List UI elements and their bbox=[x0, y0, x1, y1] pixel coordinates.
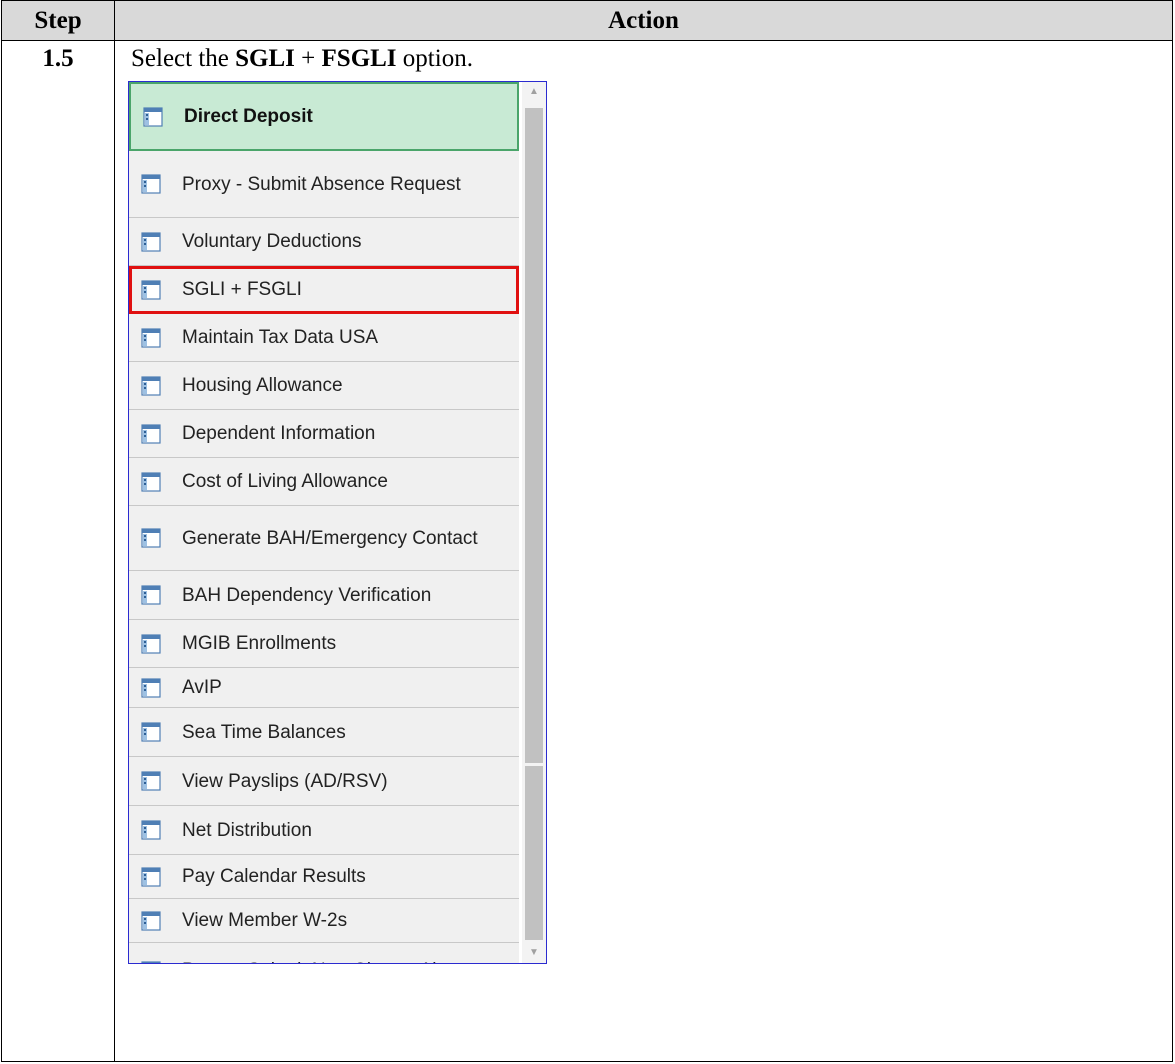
menu-item-label: Dependent Information bbox=[182, 423, 376, 444]
menu-item-label: AvIP bbox=[182, 677, 222, 698]
menu-item-label: Voluntary Deductions bbox=[182, 231, 362, 252]
menu-item[interactable]: Cost of Living Allowance bbox=[129, 458, 519, 506]
menu-item[interactable]: Voluntary Deductions bbox=[129, 218, 519, 266]
menu-item-label: Cost of Living Allowance bbox=[182, 471, 388, 492]
menu-item[interactable]: MGIB Enrollments bbox=[129, 620, 519, 668]
page-icon bbox=[141, 174, 161, 194]
scroll-up-arrow-icon[interactable]: ▲ bbox=[522, 82, 546, 102]
page-icon bbox=[141, 279, 161, 300]
instruction-plus: + bbox=[294, 45, 322, 72]
navigation-menu-screenshot: Direct Deposit Proxy - Submit Absence Req… bbox=[128, 81, 547, 964]
header-action: Action bbox=[608, 7, 679, 34]
menu-item[interactable]: View Payslips (AD/RSV) bbox=[129, 757, 519, 806]
menu-item[interactable]: SGLI + FSGLI bbox=[129, 266, 519, 314]
menu-list: Direct Deposit Proxy - Submit Absence Req… bbox=[129, 82, 519, 963]
menu-item-label: Sea Time Balances bbox=[182, 721, 346, 743]
scroll-down-arrow-icon[interactable]: ▼ bbox=[522, 943, 546, 963]
page-icon bbox=[141, 771, 161, 791]
page-icon bbox=[141, 633, 161, 654]
menu-item[interactable]: View Member W-2s bbox=[129, 899, 519, 943]
menu-item-label: Net Distribution bbox=[182, 819, 312, 841]
page-icon bbox=[141, 820, 161, 840]
page-icon bbox=[141, 585, 161, 605]
step-instruction: Select the SGLI + FSGLI option. bbox=[131, 41, 473, 77]
menu-item[interactable]: Dependent Information bbox=[129, 410, 519, 458]
page-icon bbox=[141, 423, 161, 444]
menu-item[interactable]: Net Distribution bbox=[129, 806, 519, 855]
menu-item-label: Proxy - Submit Non-Charge Abs bbox=[182, 960, 513, 963]
header-step: Step bbox=[34, 7, 82, 34]
instruction-bold-sgli: SGLI bbox=[235, 45, 295, 72]
page-icon bbox=[141, 231, 161, 252]
page-icon bbox=[141, 866, 161, 887]
menu-item[interactable]: Proxy - Submit Non-Charge Abs bbox=[129, 943, 519, 963]
instruction-suffix: option. bbox=[396, 45, 473, 72]
menu-item[interactable]: Direct Deposit bbox=[129, 82, 519, 151]
page-icon bbox=[141, 375, 161, 396]
scrollbar-thumb-upper[interactable] bbox=[525, 108, 543, 763]
page-icon bbox=[141, 528, 161, 548]
menu-item[interactable]: AvIP bbox=[129, 668, 519, 708]
scrollbar-thumb-lower[interactable] bbox=[525, 766, 543, 940]
menu-item-label: Proxy - Submit Absence Request bbox=[182, 173, 461, 195]
page-icon bbox=[141, 960, 161, 963]
menu-item[interactable]: BAH Dependency Verification bbox=[129, 571, 519, 620]
menu-item-label: Direct Deposit bbox=[184, 106, 313, 127]
menu-item-label: Pay Calendar Results bbox=[182, 866, 366, 887]
page-icon bbox=[141, 327, 161, 348]
menu-item[interactable]: Sea Time Balances bbox=[129, 708, 519, 757]
menu-scrollbar[interactable]: ▲ ▼ bbox=[522, 82, 546, 963]
instruction-prefix: Select the bbox=[131, 45, 236, 72]
menu-item-label: Housing Allowance bbox=[182, 375, 343, 396]
instruction-bold-fsgli: FSGLI bbox=[321, 45, 397, 72]
menu-item-label: Maintain Tax Data USA bbox=[182, 327, 379, 348]
menu-item-label: MGIB Enrollments bbox=[182, 633, 337, 654]
menu-item[interactable]: Maintain Tax Data USA bbox=[129, 314, 519, 362]
page-icon bbox=[141, 677, 161, 698]
menu-item-label: View Payslips (AD/RSV) bbox=[182, 770, 388, 792]
page-icon bbox=[141, 471, 161, 492]
step-number: 1.5 bbox=[42, 45, 74, 72]
page-icon bbox=[141, 722, 161, 742]
menu-item[interactable]: Proxy - Submit Absence Request bbox=[129, 151, 519, 218]
menu-item[interactable]: Housing Allowance bbox=[129, 362, 519, 410]
menu-item-label: View Member W-2s bbox=[182, 910, 348, 931]
page-icon bbox=[141, 910, 161, 931]
menu-item-label: BAH Dependency Verification bbox=[182, 584, 432, 606]
menu-item-label: SGLI + FSGLI bbox=[182, 279, 302, 300]
column-divider bbox=[114, 1, 115, 1061]
menu-item-label: Generate BAH/Emergency Contact bbox=[182, 527, 478, 549]
menu-item[interactable]: Generate BAH/Emergency Contact bbox=[129, 506, 519, 571]
menu-item[interactable]: Pay Calendar Results bbox=[129, 855, 519, 899]
page-icon bbox=[143, 106, 163, 127]
